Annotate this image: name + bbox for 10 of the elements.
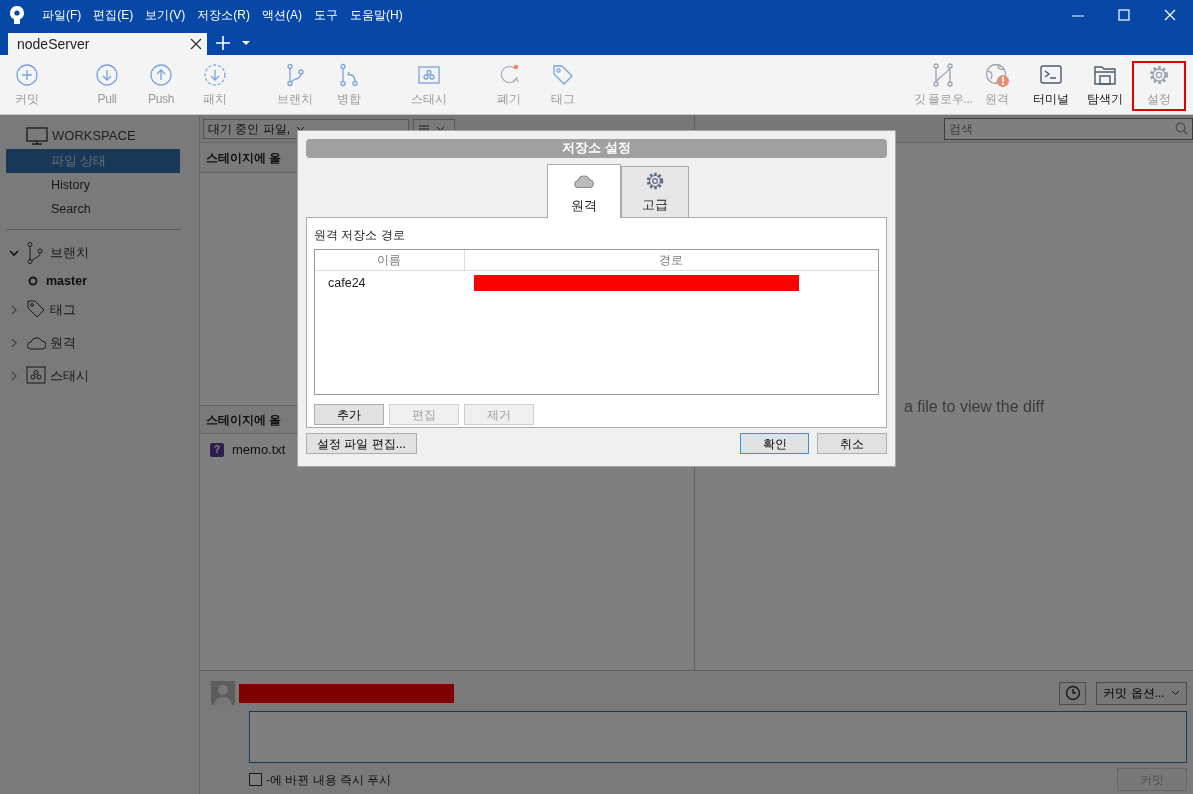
column-header: 경로 [658,252,685,269]
dialog-title: 저장소 설정 [306,139,887,158]
file-name: memo.txt [232,441,286,459]
checkbox-label: -에 바뀐 내용 즉시 푸시 [266,771,392,789]
workspace-heading: WORKSPACE [52,127,136,146]
status-badge: ? [210,442,224,457]
table-cell-text: cafe24 [327,274,367,292]
section-title: 원격 저장소 경로 [314,227,406,244]
column-header: 이름 [315,250,465,270]
empty-message: a file to view the diff [903,396,1045,417]
